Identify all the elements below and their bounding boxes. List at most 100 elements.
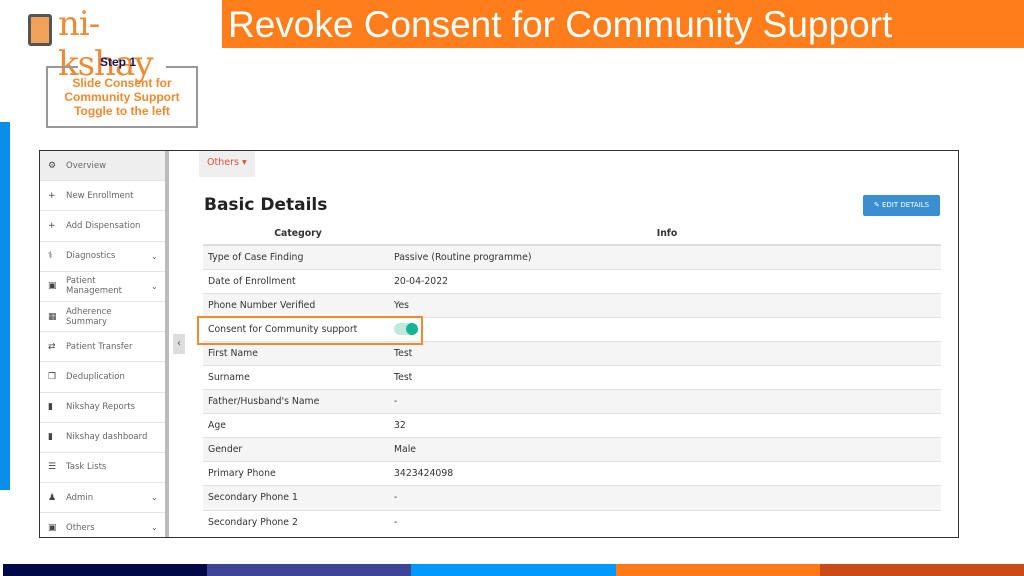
info-cell (393, 316, 941, 342)
info-cell: 20-04-2022 (393, 268, 941, 294)
sidebar-item-label: Patient Transfer (66, 341, 133, 352)
app-screenshot: ⚙ Overview + New Enrollment + Add Dispensatio… (39, 150, 959, 538)
sidebar-item-diagnostics[interactable]: ⚕ Diagnostics ⌄ (40, 242, 165, 272)
sidebar-item-label: Deduplication (66, 371, 125, 382)
sidebar-item-overview[interactable]: ⚙ Overview (40, 151, 165, 182)
info-value: 32 (394, 420, 406, 432)
table-row: Surname Test (203, 364, 941, 390)
table-row: Type of Case Finding Passive (Routine pro… (203, 244, 941, 270)
table-row: Phone Number Verified Yes (203, 292, 941, 318)
collapse-sidebar-button[interactable]: ‹ (173, 334, 185, 354)
info-cell: Yes (393, 292, 941, 318)
info-value: Test (394, 347, 413, 359)
sidebar-icon: ⚙ (48, 160, 57, 171)
sidebar-icon: ❐ (48, 371, 57, 382)
sidebar-icon: ⚕ (48, 251, 53, 262)
bottom-bar-segment (207, 564, 412, 576)
bottom-bar-segment (615, 564, 820, 576)
sidebar-item-patient-management[interactable]: ▣ Patient Management ⌄ (40, 272, 165, 302)
category-cell: Age (203, 413, 393, 438)
table-row: Date of Enrollment 20-04-2022 (203, 268, 941, 294)
sidebar-icon: + (48, 190, 56, 201)
chevron-down-icon: ⌄ (151, 281, 158, 291)
table-row: Primary Phone 3423424098 (203, 461, 941, 486)
info-value: Male (394, 444, 417, 456)
bottom-color-bar (3, 564, 1024, 576)
sidebar-icon: ♟ (48, 492, 57, 503)
sidebar-item-new-enrollment[interactable]: + New Enrollment (40, 181, 165, 212)
sidebar-icon: ⇄ (48, 341, 56, 352)
sidebar: ⚙ Overview + New Enrollment + Add Dispensatio… (40, 151, 169, 537)
sidebar-item-admin[interactable]: ♟ Admin ⌄ (40, 483, 165, 514)
category-cell: Secondary Phone 2 (203, 509, 393, 535)
sidebar-item-label: Nikshay dashboard (66, 432, 148, 443)
sidebar-item-adherence-summary[interactable]: ▦ Adherence Summary (40, 302, 165, 333)
panel-title: Basic Details (204, 195, 328, 215)
sidebar-item-label: Others (66, 522, 95, 533)
sidebar-item-patient-transfer[interactable]: ⇄ Patient Transfer (40, 332, 165, 363)
sidebar-item-label: Overview (66, 160, 107, 171)
info-value: - (394, 492, 398, 504)
sidebar-item-others[interactable]: ▣ Others ⌄ (40, 513, 165, 537)
info-cell: Test (393, 364, 941, 390)
bottom-bar-segment (819, 564, 1024, 576)
consent-highlight-box (197, 316, 423, 345)
sidebar-item-deduplication[interactable]: ❐ Deduplication (40, 362, 165, 393)
info-value: Passive (Routine programme) (394, 251, 532, 263)
info-cell: 3423424098 (393, 461, 941, 486)
info-cell: - (393, 509, 941, 535)
info-value: - (394, 516, 398, 528)
chevron-down-icon: ⌄ (151, 523, 158, 533)
sidebar-item-task-lists[interactable]: ☰ Task Lists (40, 453, 165, 484)
slide-title: Revoke Consent for Community Support (222, 0, 1024, 48)
info-value: Test (394, 372, 413, 384)
sidebar-item-label: Nikshay Reports (66, 402, 136, 413)
info-value: 3423424098 (394, 468, 454, 480)
sidebar-icon: ▦ (48, 311, 57, 322)
info-cell: - (393, 485, 941, 511)
sidebar-item-label: Adherence Summary (66, 306, 112, 327)
category-cell: Surname (203, 364, 393, 390)
sidebar-icon: ▮ (48, 402, 53, 413)
sidebar-item-nikshay-reports[interactable]: ▮ Nikshay Reports (40, 393, 165, 423)
sidebar-item-label: New Enrollment (66, 190, 134, 201)
sidebar-icon: ▮ (48, 432, 53, 443)
info-value: - (394, 396, 398, 408)
table-row: Gender Male (203, 437, 941, 462)
table-row: Secondary Phone 1- (203, 485, 941, 511)
tab-others[interactable]: Others ▾ (199, 151, 255, 177)
category-cell: Type of Case Finding (203, 244, 393, 270)
chevron-down-icon: ⌄ (151, 251, 158, 261)
blue-accent-strip (0, 122, 10, 490)
info-cell: Passive (Routine programme) (393, 244, 941, 270)
bottom-bar-segment (411, 564, 616, 576)
chevron-down-icon: ⌄ (151, 493, 158, 503)
category-cell: Gender (203, 437, 393, 462)
info-value: 20-04-2022 (394, 275, 449, 287)
info-cell: Male (393, 437, 941, 462)
sidebar-item-label: Add Dispensation (66, 220, 141, 231)
tablet-icon (28, 14, 52, 46)
table-row: Father/Husband's Name - (203, 389, 941, 414)
sidebar-icon: ☰ (48, 462, 57, 473)
sidebar-item-label: Task Lists (66, 462, 107, 473)
category-cell: Secondary Phone 1 (203, 485, 393, 511)
sidebar-item-nikshay-dashboard[interactable]: ▮ Nikshay dashboard (40, 423, 165, 453)
category-cell: Phone Number Verified (203, 292, 393, 318)
info-value: Yes (394, 299, 410, 311)
column-header: Info (393, 223, 941, 246)
category-cell: Father/Husband's Name (203, 389, 393, 414)
sidebar-icon: ▣ (48, 281, 57, 292)
info-cell: Test (393, 340, 941, 366)
table-row: Secondary Phone 2- (203, 509, 941, 535)
edit-details-button[interactable]: ✎ EDIT DETAILS (863, 195, 940, 216)
info-cell: - (393, 389, 941, 414)
sidebar-item-label: Diagnostics (66, 251, 116, 262)
sidebar-item-label: Patient Management (66, 276, 122, 297)
step-box: Slide Consent for Community Support Togg… (46, 66, 198, 128)
table-row: Age 32 (203, 413, 941, 438)
bottom-bar-segment (3, 564, 208, 576)
sidebar-item-add-dispensation[interactable]: + Add Dispensation (40, 211, 165, 242)
details-table: Category Info Type of Case Finding Passive… (203, 223, 941, 535)
column-header: Category (203, 223, 393, 246)
